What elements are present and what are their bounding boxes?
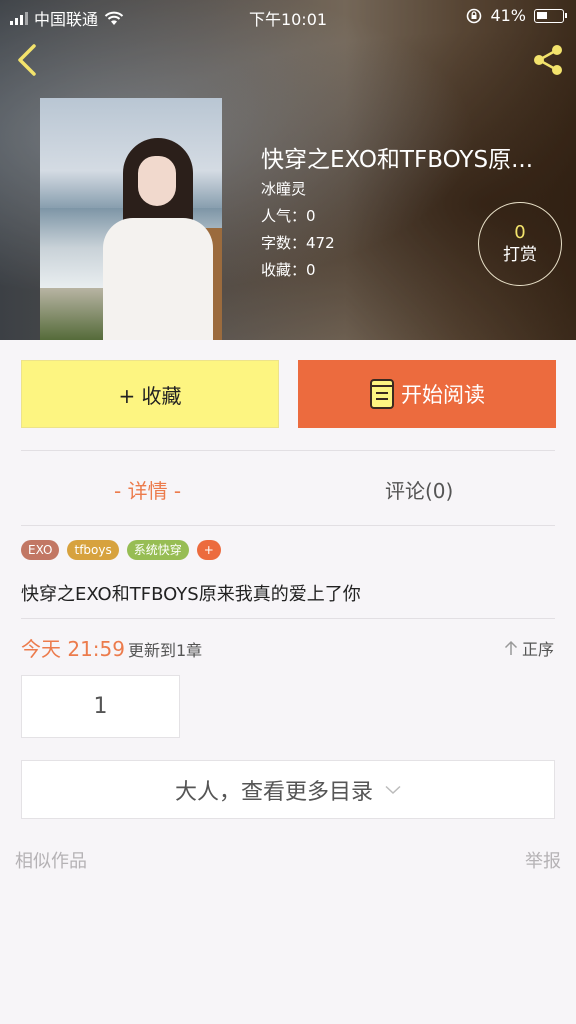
chevron-left-icon [18,44,36,76]
update-time: 今天 21:59 [21,637,125,661]
book-cover-image[interactable] [40,98,222,340]
favorite-count: 收藏：0 [261,261,316,279]
tag-tfboys[interactable]: tfboys [67,540,119,560]
word-count: 字数：472 [261,234,335,252]
sort-order-label: 正序 [521,640,554,659]
share-icon [534,45,562,75]
reward-button[interactable]: 0 打赏 [478,202,562,286]
back-button[interactable] [12,42,44,78]
tag-system-transmigration[interactable]: 系统快穿 [126,540,189,560]
start-reading-button[interactable]: 开始阅读 [298,360,556,428]
detail-tabs: - 详情 - 评论(0) [0,451,576,525]
reward-count: 0 [514,222,526,243]
reward-label: 打赏 [503,245,537,265]
add-tag-button[interactable]: + [196,540,221,560]
battery-percent: 41% [490,6,526,25]
divider [21,525,555,526]
status-bar: 中国联通 下午10:01 41% [0,0,576,32]
tab-details[interactable]: - 详情 - [114,475,181,504]
author-name[interactable]: 冰瞳灵 [261,176,335,203]
rotation-lock-icon [467,8,482,23]
battery-icon [534,8,567,23]
book-description: 快穿之EXO和TFBOYS原来我真的爱上了你 [21,584,361,605]
chapter-item[interactable]: 1 [21,675,180,738]
tag-exo[interactable]: EXO [21,540,60,560]
tag-list: EXO tfboys 系统快穿 + [21,540,221,560]
report-link[interactable]: 举报 [525,847,561,873]
popularity-count: 人气：0 [261,207,316,225]
book-icon [370,379,394,409]
arrow-up-icon [504,640,518,655]
more-catalog-button[interactable]: 大人，查看更多目录 [21,760,555,819]
book-meta: 冰瞳灵 人气：0 字数：472 收藏：0 [261,176,335,284]
update-status: 更新到1章 [128,641,203,660]
share-button[interactable] [530,42,566,78]
sort-order-button[interactable]: 正序 [504,636,554,660]
tab-comments[interactable]: 评论(0) [385,475,453,504]
chevron-down-icon [385,785,401,794]
divider [21,618,555,619]
add-favorite-button[interactable]: + 收藏 [21,360,279,428]
similar-works-heading: 相似作品 [15,851,87,872]
start-reading-label: 开始阅读 [401,383,485,407]
book-title: 快穿之EXO和TFBOYS原... [261,147,534,173]
more-catalog-label: 大人，查看更多目录 [174,779,373,805]
